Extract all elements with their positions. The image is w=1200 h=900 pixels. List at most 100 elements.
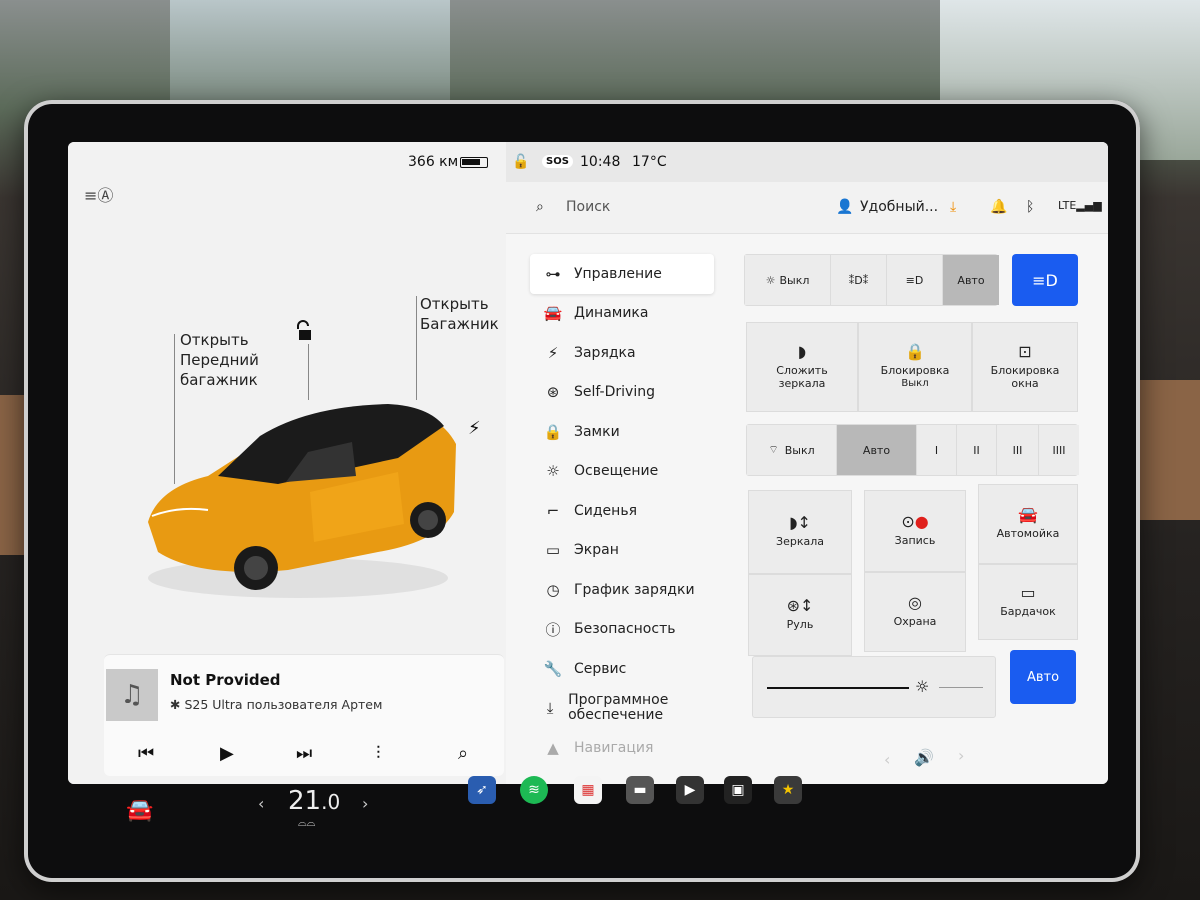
- lock-button[interactable]: 🔒 Блокировка Выкл: [858, 322, 972, 412]
- unlock-icon[interactable]: [294, 320, 314, 342]
- unlock-icon[interactable]: 🔓: [512, 154, 529, 170]
- dashcam-record-button[interactable]: ⊙● Запись: [864, 490, 966, 572]
- brightness-slider-fill: [767, 687, 909, 689]
- battery-icon: [460, 157, 488, 168]
- lightning-icon: ⚡: [547, 343, 559, 362]
- equalizer-icon[interactable]: ⫶: [376, 743, 381, 764]
- lights-off-button[interactable]: ☼ Выкл: [745, 255, 831, 305]
- volume-increase-icon[interactable]: ›: [958, 746, 964, 765]
- search-icon[interactable]: ⌕: [458, 743, 468, 764]
- brightness-slider[interactable]: ☼: [752, 656, 996, 718]
- wiper-icon: ⌔: [768, 443, 779, 456]
- volume-decrease-icon[interactable]: ‹: [884, 750, 890, 769]
- parking-lights-button[interactable]: ⁑D⁑: [831, 255, 887, 305]
- carwash-button[interactable]: 🚘 Автомойка: [978, 484, 1078, 564]
- status-bar: 🔓 SOS 10:48 17°C: [506, 142, 1108, 182]
- navigation-app-icon[interactable]: ➶: [468, 776, 496, 804]
- mirrors-adjust-button[interactable]: ◗↕ Зеркала: [748, 490, 852, 574]
- nav-item-charge-schedule[interactable]: ◷ График зарядки: [530, 570, 714, 610]
- cabin-temp[interactable]: 21.0: [288, 786, 340, 816]
- lightning-icon[interactable]: ⚡: [468, 418, 481, 439]
- alert-icon: ⓘ: [545, 620, 561, 639]
- nav-item-service[interactable]: 🔧 Сервис: [530, 649, 714, 689]
- steering-wheel-icon: ⊛: [546, 383, 560, 402]
- media-source[interactable]: ✱ S25 Ultra пользователя Артем: [170, 697, 382, 712]
- low-beam-button[interactable]: ≡D: [887, 255, 943, 305]
- carwash-icon: 🚘: [1018, 505, 1038, 524]
- outside-temp: 17°C: [632, 154, 667, 170]
- sun-icon: ☼: [546, 462, 560, 481]
- next-icon[interactable]: ⏭: [296, 743, 312, 764]
- lights-control: ☼ Выкл ⁑D⁑ ≡D Авто: [744, 254, 999, 306]
- music-note-icon[interactable]: ♫: [106, 669, 158, 721]
- window-lock-button[interactable]: ⊡ Блокировка окна: [972, 322, 1078, 412]
- headlight-auto-icon[interactable]: ≡Ⓐ: [84, 182, 113, 206]
- toolbar: ⌕ Поиск 👤 Удобный... ⤓ 🔔 ᛒ LTE▂▄▆: [506, 182, 1108, 234]
- nav-item-software[interactable]: ⤓ Программное обеспечение: [530, 689, 714, 729]
- car-icon: 🚘: [543, 304, 563, 323]
- profile-name[interactable]: Удобный...: [860, 199, 938, 215]
- navigation-icon: ▲: [547, 738, 559, 757]
- media-app-icon[interactable]: ▬: [626, 776, 654, 804]
- glovebox-button[interactable]: ▭ Бардачок: [978, 564, 1078, 640]
- volume-icon[interactable]: 🔊: [914, 748, 934, 767]
- fold-mirrors-button[interactable]: ◗ Сложить зеркала: [746, 322, 858, 412]
- dashboard-trim: [1130, 380, 1200, 520]
- defrost-icon[interactable]: ⌓⌓: [298, 816, 315, 830]
- previous-icon[interactable]: ⏮: [138, 743, 154, 764]
- bluetooth-icon[interactable]: ᛒ: [1026, 199, 1034, 215]
- car-icon[interactable]: 🚘: [126, 798, 153, 823]
- steering-wheel-icon: ⊛↕: [786, 596, 814, 615]
- profile-icon[interactable]: 👤: [836, 199, 853, 215]
- nav-item-controls[interactable]: ⊶ Управление: [530, 254, 714, 294]
- sun-icon: ☼: [915, 677, 930, 696]
- temp-increase-icon[interactable]: ›: [362, 794, 368, 813]
- lights-auto-button[interactable]: Авто: [943, 255, 999, 305]
- search-input[interactable]: Поиск: [566, 199, 610, 215]
- controls-pane: 🔓 SOS 10:48 17°C ⌕ Поиск 👤 Удобный... ⤓ …: [506, 142, 1108, 784]
- toybox-app-icon[interactable]: ★: [774, 776, 802, 804]
- open-frunk-label[interactable]: Открыть Передний багажник: [180, 330, 270, 390]
- nav-item-self-driving[interactable]: ⊛ Self-Driving: [530, 373, 714, 413]
- nav-item-charging[interactable]: ⚡ Зарядка: [530, 333, 714, 373]
- nav-item-locks[interactable]: 🔒 Замки: [530, 412, 714, 452]
- range-readout: 366 км: [408, 154, 459, 170]
- apps-grid-icon[interactable]: ▣: [724, 776, 752, 804]
- wipers-speed-3[interactable]: III: [997, 425, 1039, 475]
- sos-button[interactable]: SOS: [542, 155, 573, 168]
- touchscreen: 366 км ≡Ⓐ Открыть Передний багажник Откр…: [68, 142, 1108, 784]
- nav-item-seats[interactable]: ⌐ Сиденья: [530, 491, 714, 531]
- nav-item-safety[interactable]: ⓘ Безопасность: [530, 610, 714, 650]
- window-lock-icon: ⊡: [1018, 341, 1032, 361]
- auto-high-beam-button[interactable]: ≡D: [1012, 254, 1078, 306]
- wipers-off-button[interactable]: ⌔ Выкл: [747, 425, 837, 475]
- trunk-pointer-line: [416, 296, 417, 400]
- brightness-auto-button[interactable]: Авто: [1010, 650, 1076, 704]
- seat-icon: ⌐: [546, 501, 560, 520]
- video-app-icon[interactable]: ▶: [676, 776, 704, 804]
- toggle-icon: ⊶: [545, 264, 561, 283]
- search-icon[interactable]: ⌕: [536, 199, 544, 215]
- steering-wheel-adjust-button[interactable]: ⊛↕ Руль: [748, 574, 852, 656]
- lock-icon: 🔒: [905, 341, 925, 361]
- bell-icon[interactable]: 🔔: [990, 199, 1007, 215]
- car-model[interactable]: [138, 392, 468, 602]
- media-player: ♫ Not Provided ✱ S25 Ultra пользователя …: [104, 654, 504, 776]
- clock: 10:48: [580, 154, 621, 170]
- wipers-speed-1[interactable]: I: [917, 425, 957, 475]
- nav-item-lighting[interactable]: ☼ Освещение: [530, 452, 714, 492]
- download-icon[interactable]: ⤓: [950, 199, 956, 215]
- nav-item-dynamics[interactable]: 🚘 Динамика: [530, 294, 714, 334]
- sentry-mode-button[interactable]: ◎ Охрана: [864, 572, 966, 652]
- play-icon[interactable]: ▶: [220, 743, 234, 764]
- wipers-speed-2[interactable]: II: [957, 425, 997, 475]
- nav-item-display[interactable]: ▭ Экран: [530, 531, 714, 571]
- open-trunk-label[interactable]: Открыть Багажник: [420, 294, 500, 334]
- wipers-auto-button[interactable]: Авто: [837, 425, 917, 475]
- calendar-app-icon[interactable]: ▦: [574, 776, 602, 804]
- nav-item-navigation[interactable]: ▲ Навигация: [530, 728, 714, 768]
- lte-signal-icon: LTE▂▄▆: [1058, 199, 1102, 212]
- wipers-speed-4[interactable]: IIII: [1039, 425, 1079, 475]
- temp-decrease-icon[interactable]: ‹: [258, 794, 264, 813]
- spotify-app-icon[interactable]: ≋: [520, 776, 548, 804]
